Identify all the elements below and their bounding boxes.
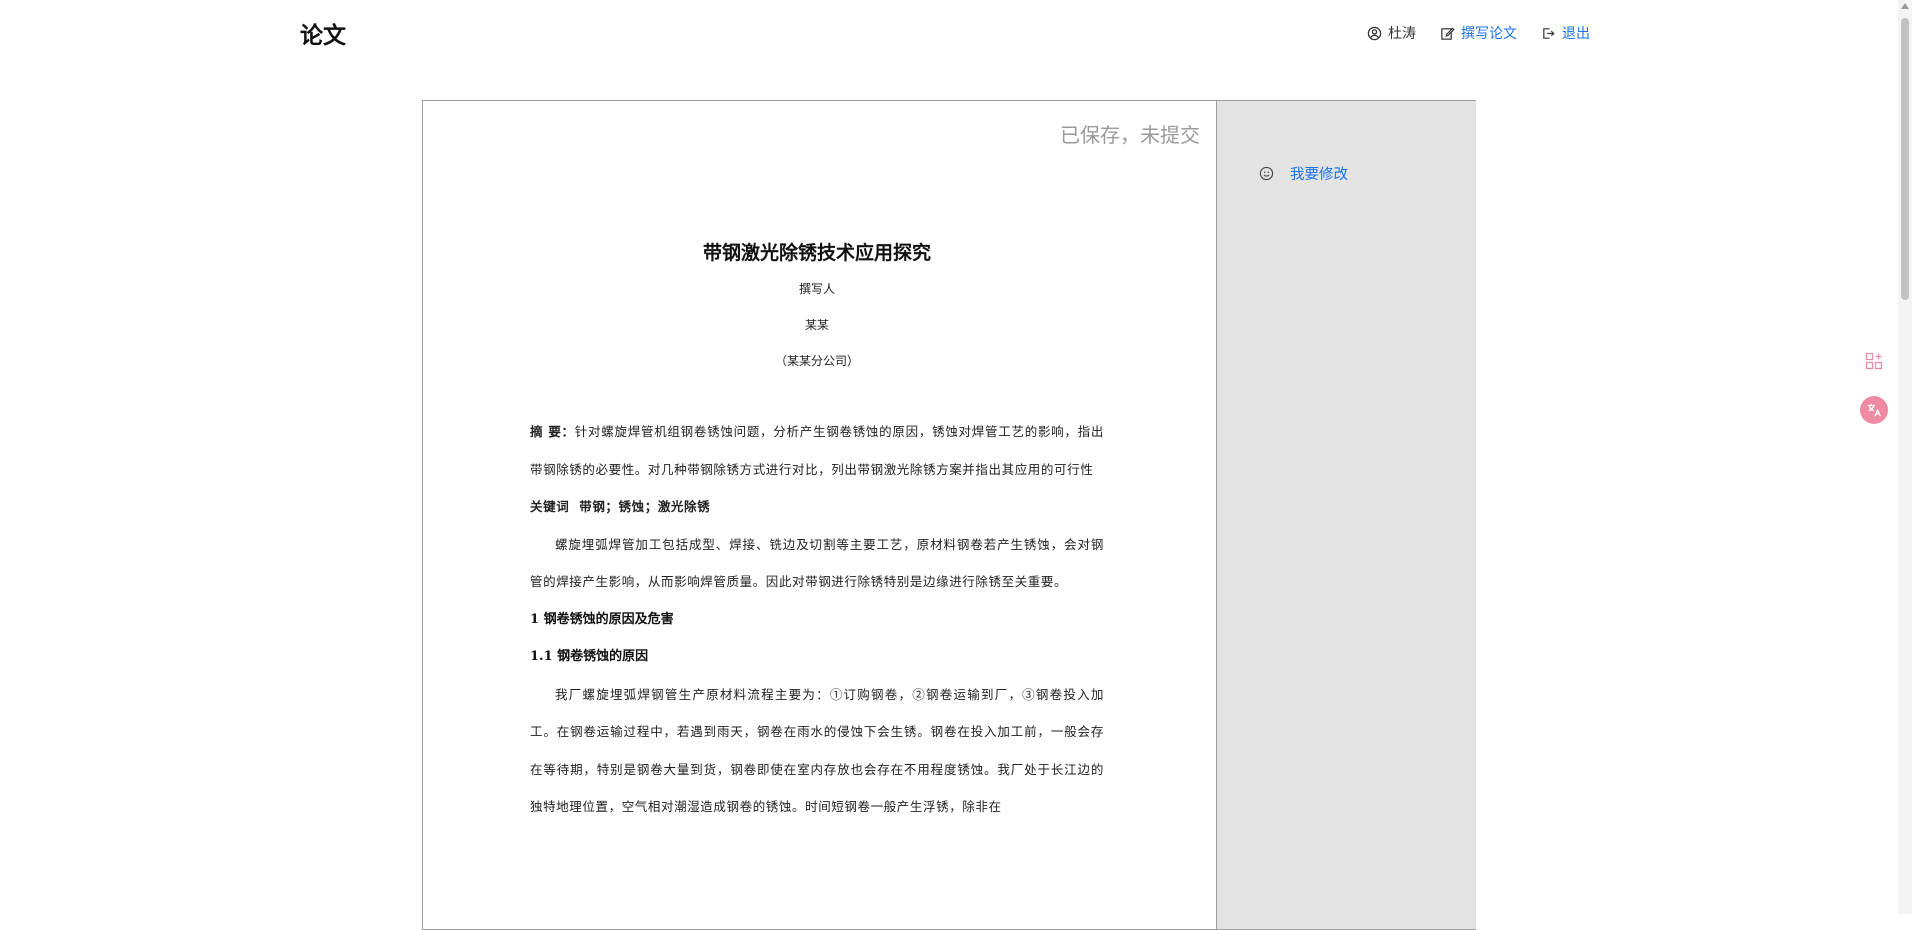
- request-edit-label: 我要修改: [1290, 167, 1348, 183]
- keywords-label: 关键词: [530, 499, 570, 514]
- document-title: 带钢激光除锈技术应用探究: [702, 242, 931, 264]
- page-scrollbar[interactable]: [1898, 0, 1912, 914]
- floating-tools: [1860, 352, 1888, 424]
- subsection-heading: 1.1 钢卷锈蚀的原因: [530, 649, 649, 664]
- write-paper-link[interactable]: 撰写论文: [1440, 23, 1517, 43]
- user-circle-icon: [1367, 26, 1382, 40]
- logout-label: 退出: [1562, 26, 1590, 42]
- logout-icon: [1543, 27, 1555, 39]
- translate-glyph-icon: [1867, 403, 1881, 417]
- intro-paragraph: 螺旋埋弧焊管加工包括成型、焊接、铣边及切割等主要工艺，原材料钢卷若产生锈蚀，会对…: [530, 536, 1104, 590]
- author-name: 某某: [804, 318, 829, 332]
- edit-icon: [1441, 27, 1455, 40]
- scroll-up-arrow[interactable]: [1901, 3, 1909, 9]
- edit-sidepanel: 我要修改: [1216, 101, 1476, 929]
- editor-frame: 已保存，未提交 带钢激光除锈技术应用探究 撰写人 某某 （某某分公司） 摘 要：…: [422, 100, 1476, 930]
- keywords-text: 带钢；锈蚀；激光除锈: [579, 499, 711, 514]
- write-paper-label: 撰写论文: [1461, 26, 1517, 42]
- smiley-icon: [1259, 166, 1274, 181]
- keywords-line: 关键词 带钢；锈蚀；激光除锈: [530, 488, 1104, 526]
- author-label: 撰写人: [798, 282, 835, 296]
- user-name: 杜涛: [1388, 26, 1416, 42]
- user-menu[interactable]: 杜涛: [1367, 23, 1416, 43]
- request-edit-button[interactable]: 我要修改: [1259, 163, 1348, 184]
- document-content: 带钢激光除锈技术应用探究 撰写人 某某 （某某分公司） 摘 要：针对螺旋焊管机组…: [530, 238, 1104, 826]
- section-heading: 1 钢卷锈蚀的原因及危害: [530, 611, 674, 627]
- brand-title: 论文: [300, 23, 346, 49]
- top-nav: 杜涛 撰写论文 退出: [1367, 23, 1590, 43]
- apps-grid-icon[interactable]: [1865, 352, 1883, 370]
- author-affiliation: （某某分公司）: [774, 354, 859, 368]
- scrollbar-thumb[interactable]: [1901, 18, 1909, 300]
- document-paper: 已保存，未提交 带钢激光除锈技术应用探究 撰写人 某某 （某某分公司） 摘 要：…: [423, 101, 1216, 929]
- abstract-section: 摘 要：针对螺旋焊管机组钢卷锈蚀问题，分析产生钢卷锈蚀的原因，锈蚀对焊管工艺的影…: [530, 413, 1104, 488]
- translate-icon[interactable]: [1860, 396, 1888, 424]
- body-paragraph: 我厂螺旋埋弧焊钢管生产原材料流程主要为：①订购钢卷，②钢卷运输到厂，③钢卷投入加…: [530, 686, 1104, 815]
- abstract-paragraph: 摘 要：针对螺旋焊管机组钢卷锈蚀问题，分析产生钢卷锈蚀的原因，锈蚀对焊管工艺的影…: [530, 413, 1104, 488]
- abstract-label: 摘 要：: [530, 424, 575, 439]
- logout-link[interactable]: 退出: [1541, 23, 1590, 43]
- abstract-text: 针对螺旋焊管机组钢卷锈蚀问题，分析产生钢卷锈蚀的原因，锈蚀对焊管工艺的影响，指出…: [530, 424, 1104, 477]
- save-status: 已保存，未提交: [1060, 123, 1200, 147]
- top-navbar: 论文 杜涛 撰写论文 退出: [0, 0, 1912, 70]
